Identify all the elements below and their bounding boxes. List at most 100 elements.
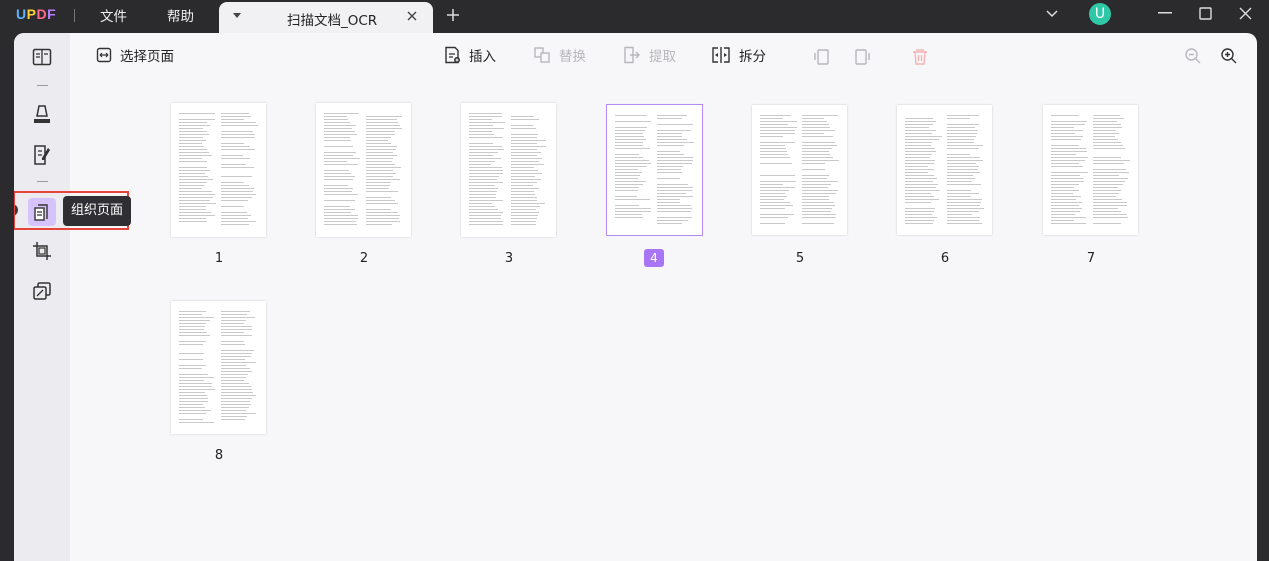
text-line	[179, 419, 204, 420]
text-line	[179, 158, 203, 159]
text-line	[221, 113, 250, 114]
updf-logo[interactable]: UPDF	[16, 6, 56, 22]
menu-help[interactable]: 帮助	[167, 5, 194, 25]
text-line	[615, 208, 652, 209]
text-line	[179, 359, 204, 360]
page-thumbnail[interactable]	[1043, 105, 1138, 235]
text-line	[324, 161, 347, 162]
extract-button[interactable]: 提取	[623, 45, 676, 65]
text-line	[657, 199, 680, 200]
text-line	[469, 167, 503, 168]
close-tab-icon[interactable]	[405, 9, 419, 23]
text-line	[1093, 133, 1120, 134]
text-line	[469, 161, 495, 162]
reader-mode-icon[interactable]	[28, 43, 56, 71]
workspace: 组织页面 选择页面 插入 替换 提取 拆分 1 2 3 4 5 6 7 8	[14, 33, 1257, 561]
rotate-right-icon[interactable]	[853, 48, 871, 66]
text-line	[657, 184, 689, 185]
text-line	[615, 166, 647, 167]
page-thumbnail[interactable]	[171, 301, 266, 434]
text-line	[366, 143, 391, 144]
delete-icon[interactable]	[912, 48, 928, 66]
page-thumbnail[interactable]	[897, 105, 992, 235]
page-thumbnail[interactable]	[171, 103, 266, 237]
zoom-in-icon[interactable]	[1220, 47, 1238, 65]
menu-file[interactable]: 文件	[100, 5, 127, 25]
text-line	[324, 194, 359, 195]
sidebar-divider	[37, 181, 48, 182]
text-line	[366, 212, 398, 213]
text-line	[366, 152, 394, 153]
text-line	[947, 184, 981, 185]
text-line	[905, 211, 935, 212]
comment-highlight-icon[interactable]	[28, 101, 56, 129]
select-pages-button[interactable]: 选择页面	[96, 45, 174, 65]
tab-dropdown-icon[interactable]	[233, 13, 241, 18]
document-tab[interactable]: 扫描文档_OCR	[219, 2, 433, 33]
text-line	[657, 163, 693, 164]
edit-pdf-icon[interactable]	[28, 141, 56, 169]
text-line	[221, 362, 257, 363]
maximize-icon[interactable]	[1199, 7, 1212, 20]
text-line	[221, 350, 254, 351]
text-line	[179, 398, 209, 399]
text-line	[947, 133, 977, 134]
replace-button[interactable]: 替换	[533, 45, 586, 65]
text-line	[469, 131, 492, 132]
text-line	[221, 137, 255, 138]
text-line	[179, 401, 208, 402]
text-line	[657, 139, 687, 140]
text-line	[366, 122, 398, 123]
user-avatar[interactable]: U	[1089, 3, 1111, 25]
zoom-out-icon[interactable]	[1184, 47, 1202, 65]
text-line	[760, 217, 788, 218]
text-line	[511, 152, 541, 153]
chevron-down-icon[interactable]	[1045, 9, 1059, 19]
text-line	[366, 188, 389, 189]
text-line	[366, 224, 393, 225]
text-line	[615, 127, 648, 128]
text-line	[469, 170, 503, 171]
text-line	[1093, 115, 1121, 116]
text-line	[1093, 136, 1116, 137]
text-line	[657, 187, 694, 188]
text-line	[366, 125, 400, 126]
text-line	[221, 149, 255, 150]
text-line	[1093, 139, 1118, 140]
text-line	[947, 148, 979, 149]
close-window-icon[interactable]	[1239, 7, 1252, 20]
text-line	[324, 224, 358, 225]
text-line	[657, 166, 684, 167]
text-line	[1051, 124, 1085, 125]
text-line	[221, 401, 251, 402]
text-line	[221, 374, 249, 375]
text-line	[179, 134, 209, 135]
text-line	[947, 118, 971, 119]
text-line	[221, 353, 253, 354]
text-line	[1051, 217, 1086, 218]
new-tab-icon[interactable]	[446, 8, 460, 22]
text-line	[657, 211, 692, 212]
text-line	[1051, 166, 1083, 167]
text-line	[179, 203, 216, 204]
page-thumbnail[interactable]	[316, 103, 411, 237]
minimize-icon[interactable]	[1158, 12, 1172, 14]
crop-pages-icon[interactable]	[28, 237, 56, 265]
split-button[interactable]: 拆分	[711, 45, 766, 65]
text-line	[324, 191, 352, 192]
text-line	[179, 329, 204, 330]
page-thumbnail[interactable]	[461, 103, 556, 237]
text-line	[324, 158, 361, 159]
page-thumbnail-selected[interactable]	[606, 104, 703, 236]
text-line	[511, 173, 542, 174]
text-line	[657, 202, 681, 203]
insert-button[interactable]: 插入	[444, 45, 496, 65]
text-line	[657, 172, 682, 173]
text-line	[947, 169, 979, 170]
text-line	[760, 118, 784, 119]
text-line	[802, 223, 834, 224]
page-tools-icon[interactable]	[28, 277, 56, 305]
page-thumbnail[interactable]	[752, 105, 847, 235]
rotate-left-icon[interactable]	[813, 48, 831, 66]
text-line	[221, 413, 256, 414]
